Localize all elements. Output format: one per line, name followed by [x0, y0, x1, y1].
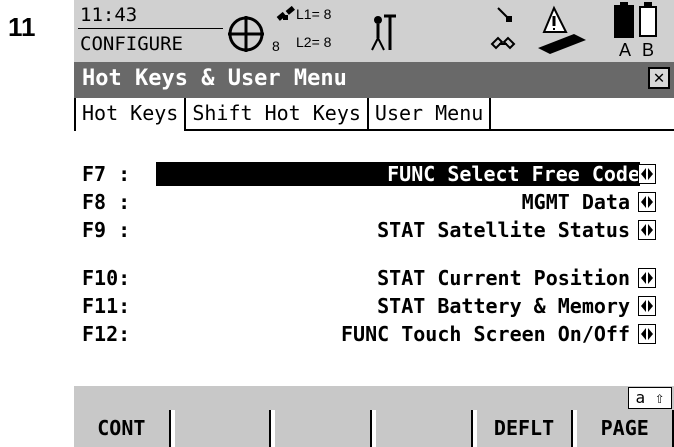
- left-right-arrows-icon[interactable]: [638, 220, 656, 240]
- left-right-arrows-icon[interactable]: [638, 324, 656, 344]
- hotkey-row-f9[interactable]: F9 : STAT Satellite Status: [82, 218, 672, 242]
- memory-warning-icon: [534, 4, 590, 56]
- mode-label: CONFIGURE: [80, 33, 183, 55]
- left-right-arrows-icon[interactable]: [638, 192, 656, 212]
- left-right-arrows-icon[interactable]: [638, 296, 656, 316]
- softkey-f3[interactable]: [275, 410, 373, 447]
- cont-button[interactable]: CONT: [74, 410, 171, 447]
- clock-time: 11:43: [80, 4, 138, 26]
- input-mode-indicator: a ⇧: [628, 387, 672, 409]
- tab-bar: Hot Keys Shift Hot Keys User Menu: [74, 98, 674, 134]
- battery-b-label: B: [642, 40, 655, 60]
- softkey-f2[interactable]: [174, 410, 272, 447]
- hotkey-value[interactable]: STAT Current Position: [377, 266, 630, 290]
- hotkey-label: F8 :: [82, 190, 131, 214]
- tab-shift-hot-keys[interactable]: Shift Hot Keys: [186, 98, 369, 131]
- softkey-bar: CONT DEFLT PAGE: [74, 410, 674, 447]
- hotkey-value[interactable]: STAT Satellite Status: [377, 218, 630, 242]
- hotkey-label: F11:: [82, 294, 131, 318]
- battery-b-icon: [638, 2, 658, 38]
- device-screen: 11:43 CONFIGURE 8 L1= 8 L2= 8 A B Hot Ke…: [74, 0, 674, 447]
- hotkey-row-f10[interactable]: F10: STAT Current Position: [82, 266, 672, 290]
- hotkey-label: F9 :: [82, 218, 131, 242]
- deflt-button[interactable]: DEFLT: [476, 410, 574, 447]
- satellite-icon: [274, 6, 298, 28]
- page-button[interactable]: PAGE: [577, 410, 674, 447]
- hotkey-row-f7[interactable]: F7 : FUNC Select Free Code: [82, 162, 672, 186]
- dialog-title: Hot Keys & User Menu: [82, 66, 347, 91]
- hotkey-value-selected[interactable]: FUNC Select Free Code: [156, 162, 640, 186]
- tab-hot-keys[interactable]: Hot Keys: [74, 98, 187, 131]
- left-right-arrows-icon[interactable]: [638, 164, 656, 184]
- hotkey-value[interactable]: STAT Battery & Memory: [377, 294, 630, 318]
- rover-pole-icon: [370, 12, 398, 52]
- l1-count: L1= 8: [296, 6, 332, 22]
- close-icon[interactable]: ✕: [648, 67, 670, 89]
- softkey-f4[interactable]: [376, 410, 473, 447]
- battery-a-label: A: [619, 40, 632, 60]
- connection-icon: [490, 32, 516, 56]
- satellite-count: 8: [272, 38, 280, 54]
- battery-a-icon: [614, 2, 634, 38]
- hotkey-value[interactable]: FUNC Touch Screen On/Off: [341, 322, 630, 346]
- hotkey-value[interactable]: MGMT Data: [522, 190, 630, 214]
- input-mode-strip: a ⇧: [74, 386, 674, 410]
- hotkey-label: F7 :: [82, 162, 131, 186]
- position-crosshair-icon: [226, 14, 266, 54]
- title-bar: Hot Keys & User Menu ✕: [74, 62, 674, 98]
- status-bar: 11:43 CONFIGURE 8 L1= 8 L2= 8 A B: [74, 0, 674, 62]
- hotkey-row-f8[interactable]: F8 : MGMT Data: [82, 190, 672, 214]
- hotkey-label: F10:: [82, 266, 131, 290]
- hotkey-label: F12:: [82, 322, 131, 346]
- tab-bar-filler: [491, 98, 674, 131]
- left-right-arrows-icon[interactable]: [638, 268, 656, 288]
- hotkey-row-f11[interactable]: F11: STAT Battery & Memory: [82, 294, 672, 318]
- tab-user-menu[interactable]: User Menu: [368, 98, 492, 131]
- l2-count: L2= 8: [296, 34, 332, 50]
- radio-icon: [494, 4, 516, 26]
- status-divider: [78, 28, 223, 29]
- hotkey-row-f12[interactable]: F12: FUNC Touch Screen On/Off: [82, 322, 672, 346]
- step-number: 11: [8, 12, 36, 42]
